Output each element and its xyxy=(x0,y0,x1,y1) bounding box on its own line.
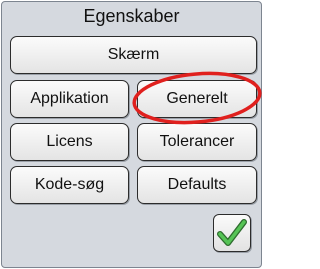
dialog-title: Egenskaber xyxy=(83,6,180,26)
code-search-button[interactable]: Kode-søg xyxy=(10,166,129,204)
confirm-button[interactable] xyxy=(213,214,251,252)
properties-dialog: Egenskaber Skærm Applikation Generelt Li… xyxy=(1,1,262,268)
application-button[interactable]: Applikation xyxy=(10,80,129,118)
general-button[interactable]: Generelt xyxy=(137,80,257,118)
screen-button[interactable]: Skærm xyxy=(10,36,257,74)
license-button[interactable]: Licens xyxy=(10,123,129,161)
checkmark-icon xyxy=(217,219,247,246)
tolerances-button[interactable]: Tolerancer xyxy=(137,123,257,161)
defaults-button[interactable]: Defaults xyxy=(137,166,257,204)
